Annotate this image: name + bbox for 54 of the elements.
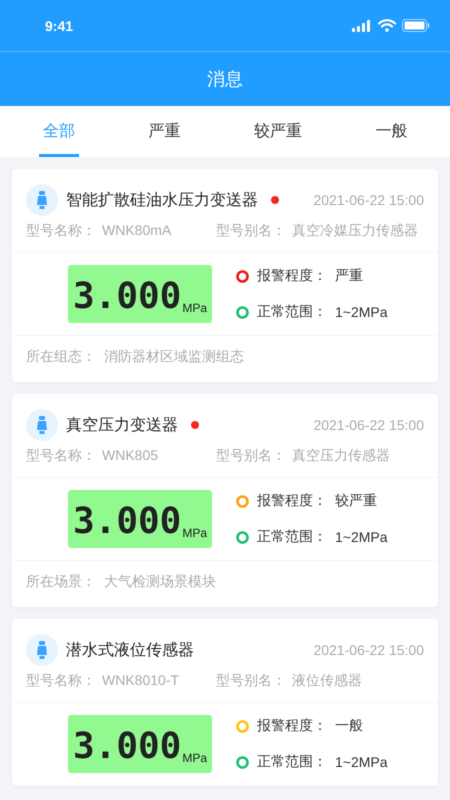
reading-value: 3.000 <box>72 502 182 542</box>
status-label: 报警程度： <box>257 267 327 285</box>
filter-tab[interactable]: 严重 <box>144 109 184 157</box>
field-value: 液位传感器 <box>292 672 362 690</box>
status-label: 正常范围： <box>257 753 327 771</box>
status-value: 1~2MPa <box>335 304 388 320</box>
sensor-icon <box>26 184 58 216</box>
reading-unit: MPa <box>182 526 208 540</box>
reading-unit: MPa <box>182 751 208 765</box>
field-label: 型号名称： <box>26 222 96 240</box>
status-value: 一般 <box>335 717 363 735</box>
battery-icon <box>402 19 430 32</box>
field-label: 所在组态： <box>26 348 96 366</box>
field-label: 型号别名： <box>216 222 286 240</box>
signal-icon <box>352 20 372 32</box>
field-value: 消防器材区域监测组态 <box>104 348 244 366</box>
device-name: 真空压力变送器 <box>66 416 178 436</box>
field-label: 型号名称： <box>26 672 96 690</box>
status-value: 1~2MPa <box>335 529 388 545</box>
field-value: 真空冷媒压力传感器 <box>292 222 418 240</box>
status-label: 报警程度： <box>257 492 327 510</box>
message-time: 2021-06-22 15:00 <box>313 192 424 208</box>
message-time: 2021-06-22 15:00 <box>313 642 424 658</box>
status-value: 严重 <box>335 267 363 285</box>
reading-value: 3.000 <box>72 277 182 317</box>
field-label: 型号名称： <box>26 447 96 465</box>
status-label: 正常范围： <box>257 303 327 321</box>
field-value: WNK8010-T <box>102 672 180 690</box>
message-time: 2021-06-22 15:00 <box>313 417 424 433</box>
status-label: 报警程度： <box>257 717 327 735</box>
message-card[interactable]: 潜水式液位传感器 2021-06-22 15:00 型号名称： WNK8010-T 型号别名： 液位传感器 3.000 MPa 报警程度： 一般 正常范围： 1~2MPa <box>12 619 438 786</box>
reading-unit: MPa <box>182 301 208 315</box>
filter-tab[interactable]: 较严重 <box>250 109 306 157</box>
status-value: 1~2MPa <box>335 754 388 770</box>
field-value: WNK805 <box>102 447 158 465</box>
field-label: 型号别名： <box>216 672 286 690</box>
sensor-icon <box>26 409 58 441</box>
wifi-icon <box>378 19 396 32</box>
status-time: 9:41 <box>45 18 74 34</box>
reading-value: 3.000 <box>72 727 182 767</box>
status-label: 正常范围： <box>257 528 327 546</box>
device-name: 智能扩散硅油水压力变送器 <box>66 190 258 210</box>
filter-tab[interactable]: 一般 <box>371 109 412 157</box>
field-label: 所在场景： <box>26 573 96 591</box>
field-value: WNK80mA <box>102 222 172 240</box>
device-name: 潜水式液位传感器 <box>66 640 194 660</box>
status-value: 较严重 <box>335 492 377 510</box>
message-card[interactable]: 智能扩散硅油水压力变送器 2021-06-22 15:00 型号名称： WNK80mA 型号别名： 真空冷媒压力传感器 3.000 MPa 报警程度： 严重 正常范围： 1~2MPa 所在组态： 消防器材区域监测组态 <box>12 169 438 382</box>
field-value: 真空压力传感器 <box>292 447 390 465</box>
message-card[interactable]: 真空压力变送器 2021-06-22 15:00 型号名称： WNK805 型号别名： 真空压力传感器 3.000 MPa 报警程度： 较严重 正常范围： 1~2MPa 所在场景： 大气检测场景模块 <box>12 394 438 607</box>
sensor-icon <box>26 634 58 666</box>
field-label: 型号别名： <box>216 447 286 465</box>
page-title: 消息 <box>207 68 243 91</box>
field-value: 大气检测场景模块 <box>104 573 216 591</box>
